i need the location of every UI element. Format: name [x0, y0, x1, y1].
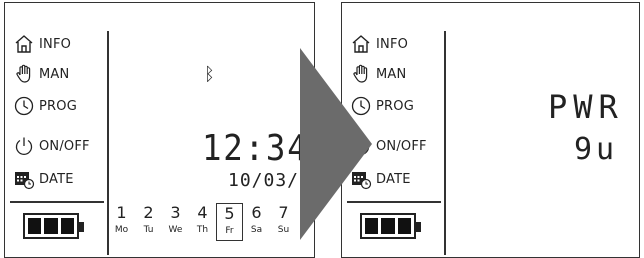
menu-label-prog: PROG [39, 98, 77, 114]
calendar-icon [13, 168, 35, 190]
menu-item-date[interactable]: DATE [13, 168, 74, 190]
menu-label-onoff: ON/OFF [39, 138, 90, 154]
day-th[interactable]: 4 Th [189, 203, 216, 241]
sidebar-separator [10, 201, 104, 203]
day-we[interactable]: 3 We [162, 203, 189, 241]
menu-item-info[interactable]: INFO [13, 33, 71, 55]
left-sidebar: INFO MAN PROG ON/OFF DATE [5, 3, 107, 257]
menu-label-man: MAN [376, 66, 407, 82]
menu-item-prog[interactable]: PROG [13, 95, 77, 117]
transition-arrow-icon [300, 48, 372, 240]
menu-label-prog: PROG [376, 98, 414, 114]
menu-label-date: DATE [376, 171, 411, 187]
menu-label-info: INFO [39, 36, 72, 52]
right-display-panel: INFO MAN PROG ON/OFF DATE [341, 2, 640, 258]
menu-item-onoff[interactable]: ON/OFF [13, 135, 90, 157]
power-value-display: 9u [574, 132, 619, 167]
power-label-display: PWR [548, 88, 624, 126]
sidebar-divider [444, 31, 446, 255]
day-fr-selected[interactable]: 5 Fr [216, 203, 243, 241]
menu-label-date: DATE [39, 171, 74, 187]
menu-label-onoff: ON/OFF [376, 138, 427, 154]
day-mo[interactable]: 1 Mo [108, 203, 135, 241]
menu-item-man[interactable]: MAN [13, 63, 69, 85]
weekday-selector: 1 Mo 2 Tu 3 We 4 Th 5 Fr 6 Sa 7 Su [108, 203, 297, 241]
bluetooth-icon: ᛒ [204, 64, 215, 85]
menu-label-info: INFO [376, 36, 409, 52]
battery-icon [23, 213, 84, 239]
menu-label-man: MAN [39, 66, 70, 82]
clock-icon [13, 95, 35, 117]
day-sa[interactable]: 6 Sa [243, 203, 270, 241]
home-icon [13, 33, 35, 55]
power-icon [13, 135, 35, 157]
day-tu[interactable]: 2 Tu [135, 203, 162, 241]
hand-icon [13, 63, 35, 85]
